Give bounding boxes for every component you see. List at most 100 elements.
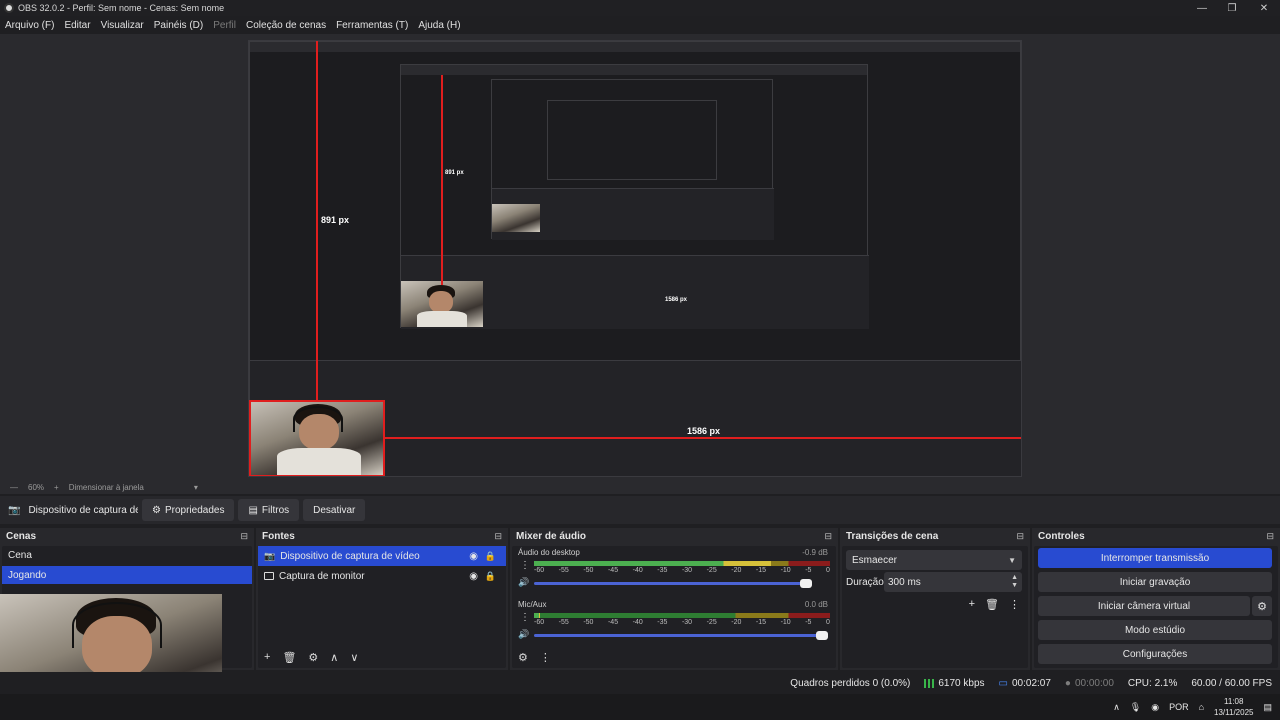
camera-icon: 📷: [264, 550, 276, 561]
duration-label: Duração: [846, 577, 884, 588]
volume-slider[interactable]: [534, 579, 812, 588]
transitions-header: Transições de cena ⊟: [840, 528, 1030, 544]
resize-to-window[interactable]: Dimensionar à janela: [69, 483, 144, 492]
menu-editar[interactable]: Editar: [59, 20, 95, 31]
bitrate: 6170 kbps: [924, 678, 985, 689]
preview-area[interactable]: 891 px 1586 px 891 px 1586 px: [0, 34, 1280, 480]
speaker-icon[interactable]: 🔊: [518, 629, 529, 640]
rec-time-value: 00:00:00: [1074, 677, 1114, 689]
controls-body: Interromper transmissão Iniciar gravação…: [1034, 546, 1278, 668]
language-indicator[interactable]: POR: [1169, 702, 1189, 712]
source-item-video-capture[interactable]: 📷 Dispositivo de captura de vídeo ◉ 🔒: [258, 546, 506, 566]
stop-stream-button[interactable]: Interromper transmissão: [1038, 548, 1272, 568]
virtual-camera-settings-icon[interactable]: ⚙: [1252, 596, 1272, 616]
stream-time: ▭ 00:02:07: [999, 678, 1051, 689]
move-down-icon[interactable]: ∨: [350, 651, 358, 664]
menu-paineis[interactable]: Painéis (D): [149, 20, 208, 31]
chevron-down-icon: ▼: [1008, 555, 1016, 565]
menu-arquivo[interactable]: Arquivo (F): [0, 20, 59, 31]
zoom-in-button[interactable]: +: [54, 483, 59, 492]
close-icon[interactable]: ✕: [1248, 0, 1280, 16]
studio-mode-button[interactable]: Modo estúdio: [1038, 620, 1272, 640]
move-up-icon[interactable]: ∧: [330, 651, 338, 664]
eye-icon[interactable]: ◉: [469, 551, 478, 562]
add-source-button[interactable]: +: [264, 651, 270, 663]
transition-select[interactable]: Esmaecer ▼: [846, 550, 1022, 570]
advanced-audio-icon[interactable]: ⚙: [518, 651, 528, 664]
lock-icon[interactable]: 🔒: [485, 571, 496, 582]
track-name: Áudio do desktop: [518, 548, 580, 557]
undock-icon[interactable]: ⊟: [494, 531, 502, 542]
track-menu-icon[interactable]: ⋮: [520, 612, 530, 623]
restore-icon[interactable]: ❐: [1216, 0, 1248, 16]
volume-slider[interactable]: [534, 631, 828, 640]
stream-icon: ▭: [998, 677, 1008, 689]
undock-icon[interactable]: ⊟: [824, 531, 832, 542]
minimize-icon[interactable]: —: [1186, 0, 1218, 16]
nested-measure-vertical: 891 px: [445, 170, 464, 176]
controls-dock: Controles ⊟ Interromper transmissão Inic…: [1032, 528, 1280, 670]
start-virtual-camera-button[interactable]: Iniciar câmera virtual: [1038, 596, 1250, 616]
notification-icon[interactable]: ▤: [1263, 702, 1272, 713]
track-db: 0.0 dB: [804, 600, 828, 609]
meter-scale: -60 -55 -50 -45 -40 -35 -30 -25 -20 -15 -10 -5 0: [534, 567, 830, 574]
meter-scale: -60 -55 -50 -45 -40 -35 -30 -25 -20 -15 -10 -5 0: [534, 619, 830, 626]
volume-knob[interactable]: [816, 631, 828, 640]
menu-ajuda[interactable]: Ajuda (H): [413, 20, 465, 31]
transitions-title: Transições de cena: [846, 530, 939, 542]
transition-menu-icon[interactable]: ⋮: [1009, 598, 1020, 611]
track-menu-icon[interactable]: ⋮: [520, 560, 530, 571]
obs-tray-icon[interactable]: ◉: [1151, 702, 1159, 713]
zoom-out-button[interactable]: —: [10, 483, 18, 492]
chevron-up-icon[interactable]: ∧: [1113, 702, 1120, 713]
nested-measure-horizontal: 1586 px: [665, 297, 688, 303]
filters-button[interactable]: ▤ Filtros: [238, 499, 300, 521]
add-transition-icon[interactable]: +: [969, 598, 975, 611]
resize-dropdown-icon[interactable]: ▾: [194, 483, 198, 492]
undock-icon[interactable]: ⊟: [1016, 531, 1024, 542]
undock-icon[interactable]: ⊟: [1266, 531, 1274, 542]
microphone-icon[interactable]: 🎙: [1130, 702, 1141, 713]
nested-obs-window-3: [491, 79, 774, 240]
menu-visualizar[interactable]: Visualizar: [96, 20, 149, 31]
measure-vertical-label: 891 px: [321, 215, 350, 225]
mixer-menu-icon[interactable]: ⋮: [540, 651, 551, 664]
deactivate-button[interactable]: Desativar: [303, 499, 366, 521]
properties-button[interactable]: ⚙ Propriedades: [142, 499, 235, 521]
settings-button[interactable]: Configurações: [1038, 644, 1272, 664]
speaker-icon[interactable]: 🔊: [518, 577, 529, 588]
toolbar-source-name: Dispositivo de captura de v: [28, 504, 138, 516]
network-icon[interactable]: ⌂: [1199, 702, 1204, 712]
scene-item-jogando[interactable]: Jogando: [2, 566, 252, 584]
lock-icon[interactable]: 🔒: [485, 551, 496, 562]
menu-ferramentas[interactable]: Ferramentas (T): [331, 20, 413, 31]
nested-webcam-2: [401, 281, 483, 327]
mixer-title: Mixer de áudio: [516, 530, 587, 542]
mixer-footer: ⚙ ⋮: [512, 646, 836, 668]
spinner-icon[interactable]: ▲ ▼: [1011, 574, 1018, 590]
duration-field[interactable]: 300 ms ▲ ▼: [884, 572, 1022, 592]
preview-canvas[interactable]: 891 px 1586 px 891 px 1586 px: [248, 40, 1022, 477]
volume-knob[interactable]: [800, 579, 812, 588]
transition-tools: + 🗑 ⋮: [969, 598, 1020, 611]
clock[interactable]: 11:08 13/11/2025: [1214, 696, 1253, 718]
source-selection-box[interactable]: [249, 400, 385, 476]
nested-guide-vertical: [441, 75, 443, 285]
source-toolbar: 📷 Dispositivo de captura de v ⚙ Propried…: [0, 496, 1280, 524]
taskbar-tray: ∧ 🎙 ◉ POR ⌂ 11:08 13/11/2025 ▤: [0, 694, 1280, 720]
trash-icon[interactable]: 🗑: [985, 598, 999, 611]
transitions-dock: Transições de cena ⊟ Esmaecer ▼ Duração …: [840, 528, 1030, 670]
menu-colecao-cenas[interactable]: Coleção de cenas: [241, 20, 331, 31]
source-settings-icon[interactable]: ⚙: [308, 651, 318, 664]
start-recording-button[interactable]: Iniciar gravação: [1038, 572, 1272, 592]
eye-icon[interactable]: ◉: [469, 571, 478, 582]
controls-title: Controles: [1038, 530, 1085, 542]
source-item-monitor-capture[interactable]: Captura de monitor ◉ 🔒: [258, 566, 506, 586]
audio-meter: [534, 613, 830, 618]
scene-item-cena[interactable]: Cena: [2, 546, 252, 564]
transitions-body: Esmaecer ▼ Duração 300 ms ▲ ▼ + 🗑 ⋮: [842, 546, 1028, 668]
undock-icon[interactable]: ⊟: [240, 531, 248, 542]
source-label: Dispositivo de captura de vídeo: [280, 550, 420, 562]
filters-label: Filtros: [261, 504, 290, 516]
trash-icon[interactable]: 🗑: [282, 651, 296, 664]
